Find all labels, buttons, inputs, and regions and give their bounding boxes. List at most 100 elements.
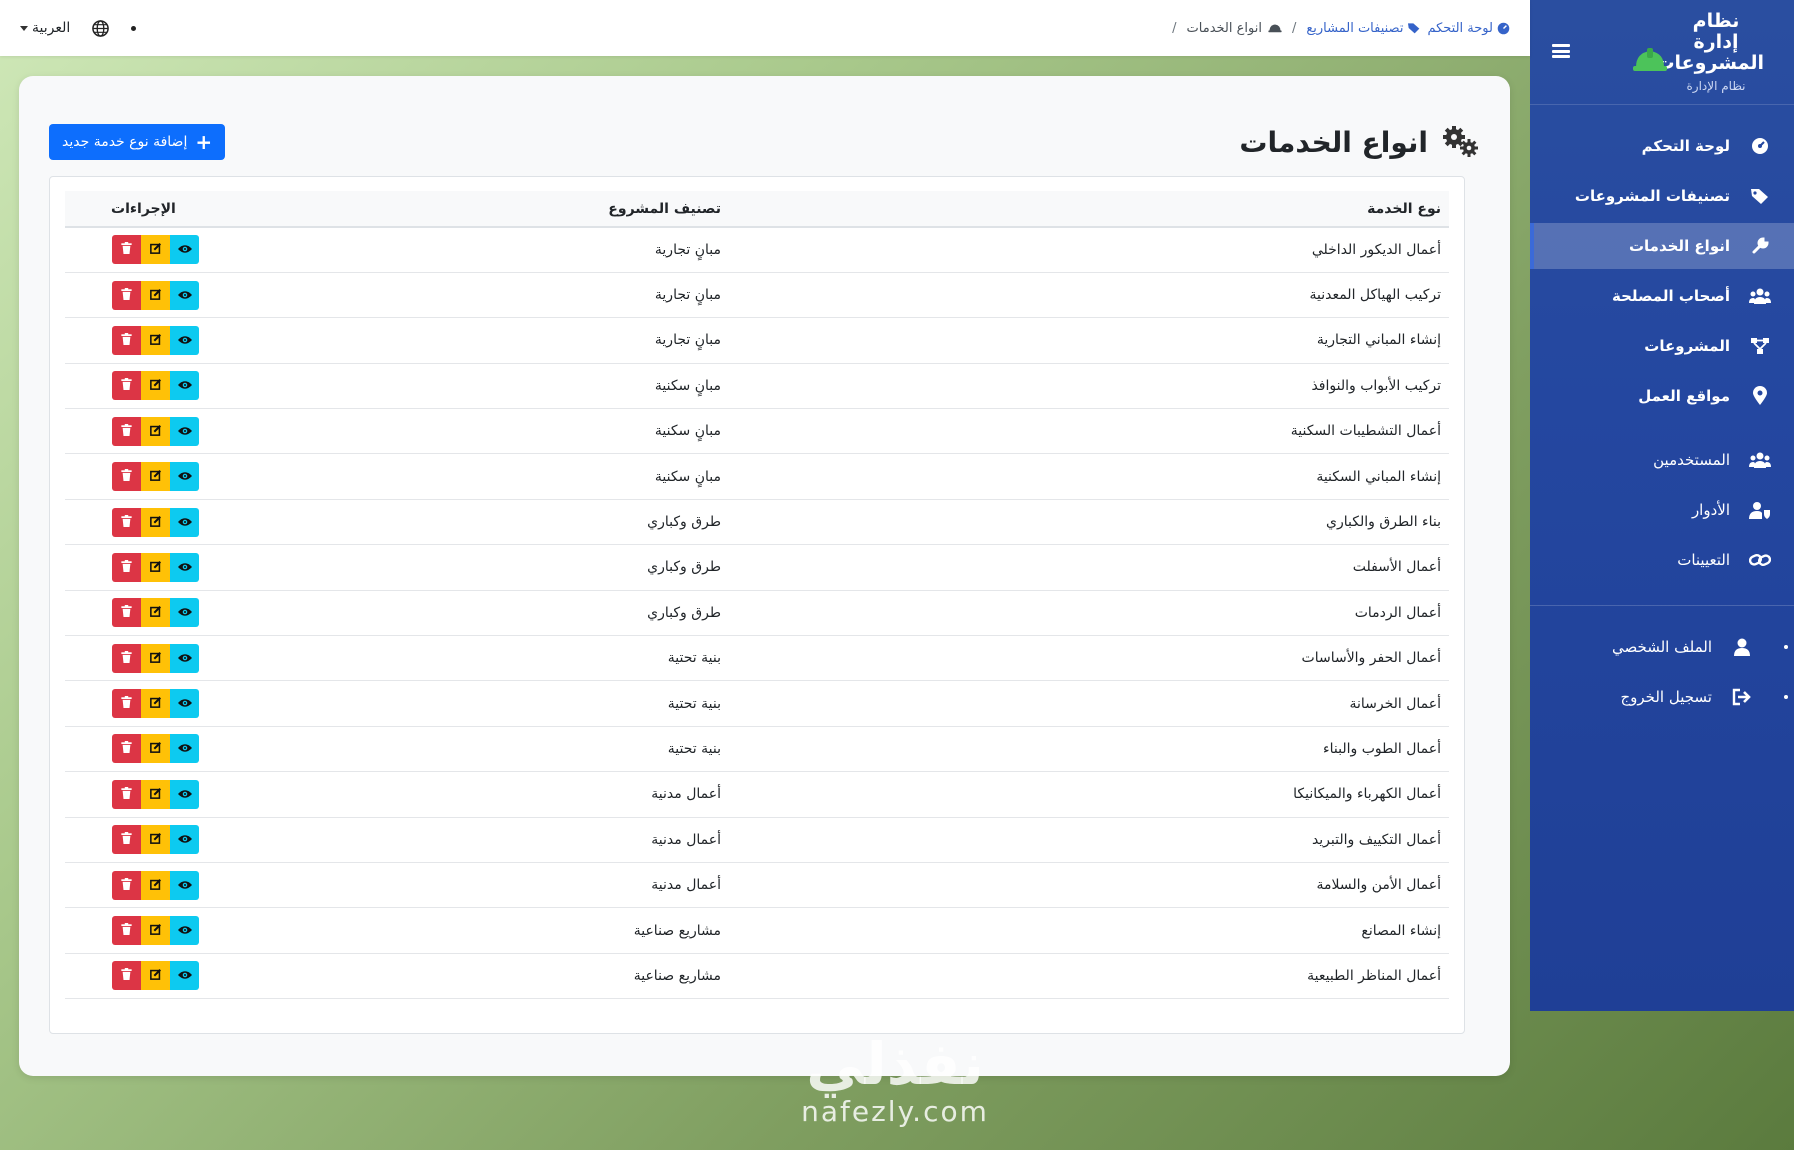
edit-button[interactable] [141, 643, 170, 673]
globe-icon[interactable] [92, 19, 110, 37]
view-button[interactable] [170, 961, 199, 991]
edit-button[interactable] [141, 235, 170, 265]
cell-project-category: بنية تحتية [249, 635, 729, 682]
edit-button[interactable] [141, 507, 170, 537]
sidebar-item-label: أصحاب المصلحة [1611, 287, 1730, 305]
delete-button[interactable] [112, 507, 141, 537]
row-actions [73, 598, 241, 628]
trash-icon [121, 696, 132, 711]
sidebar-item-projects[interactable]: المشروعات [1530, 323, 1794, 369]
cell-actions [65, 590, 249, 637]
sidebar-item-label: لوحة التحكم [1641, 137, 1730, 155]
delete-button[interactable] [112, 916, 141, 946]
delete-button[interactable] [112, 779, 141, 809]
view-button[interactable] [170, 507, 199, 537]
cell-project-category: طرق وكباري [249, 590, 729, 637]
table-row: أعمال الكهرباء والميكانيكا أعمال مدنية [65, 771, 1449, 818]
view-button[interactable] [170, 325, 199, 355]
edit-button[interactable] [141, 552, 170, 582]
sidebar-item-logout[interactable]: تسجيل الخروج [1530, 674, 1794, 720]
menu-toggle-icon[interactable] [1552, 44, 1570, 58]
delete-button[interactable] [112, 235, 141, 265]
view-button[interactable] [170, 416, 199, 446]
sidebar-item-profile[interactable]: الملف الشخصي [1530, 624, 1794, 670]
row-actions [73, 371, 241, 401]
hard-hat-icon [1633, 48, 1667, 71]
delete-button[interactable] [112, 870, 141, 900]
edit-button[interactable] [141, 280, 170, 310]
row-actions [73, 235, 241, 265]
sidebar-item-users[interactable]: المستخدمين [1530, 437, 1794, 483]
hard-hat-icon [1268, 24, 1282, 33]
dashboard-icon [1497, 22, 1510, 34]
view-button[interactable] [170, 598, 199, 628]
edit-button[interactable] [141, 325, 170, 355]
delete-button[interactable] [112, 280, 141, 310]
delete-button[interactable] [112, 825, 141, 855]
edit-button[interactable] [141, 416, 170, 446]
edit-button[interactable] [141, 689, 170, 719]
sidebar-item-project-categories[interactable]: تصنيفات المشروعات [1530, 173, 1794, 219]
add-service-type-button[interactable]: + إضافة نوع خدمة جديد [49, 124, 226, 160]
status-dot [131, 25, 137, 31]
sidebar-item-service-types[interactable]: انواع الخدمات [1530, 223, 1794, 269]
delete-button[interactable] [112, 325, 141, 355]
edit-button[interactable] [141, 961, 170, 991]
sidebar-item-label: مواقع العمل [1638, 387, 1730, 405]
view-button[interactable] [170, 280, 199, 310]
trash-icon [121, 741, 132, 756]
edit-button[interactable] [141, 598, 170, 628]
cell-service-type: أعمال التشطيبات السكنية [729, 408, 1449, 455]
delete-button[interactable] [112, 961, 141, 991]
trash-icon [121, 559, 132, 575]
table-row: أعمال الطوب والبناء بنية تحتية [65, 726, 1449, 773]
delete-button[interactable] [112, 462, 141, 492]
edit-button[interactable] [141, 779, 170, 809]
view-button[interactable] [170, 825, 199, 855]
view-button[interactable] [170, 779, 199, 809]
view-button[interactable] [170, 870, 199, 900]
view-button[interactable] [170, 689, 199, 719]
delete-button[interactable] [112, 552, 141, 582]
sidebar-item-stakeholders[interactable]: أصحاب المصلحة [1530, 273, 1794, 319]
trash-icon [121, 923, 132, 938]
sidebar-item-assignments[interactable]: التعيينات [1530, 537, 1794, 583]
sidebar-item-roles[interactable]: الأدوار [1530, 487, 1794, 533]
edit-button[interactable] [141, 916, 170, 946]
breadcrumb-project-categories[interactable]: تصنيفات المشاريع [1306, 21, 1421, 36]
breadcrumb-dashboard[interactable]: لوحة التحكم [1427, 21, 1510, 36]
view-button[interactable] [170, 916, 199, 946]
language-dropdown[interactable]: العربية [20, 20, 70, 36]
edit-button[interactable] [141, 825, 170, 855]
view-button[interactable] [170, 643, 199, 673]
view-button[interactable] [170, 235, 199, 265]
edit-icon [149, 560, 162, 575]
delete-button[interactable] [112, 598, 141, 628]
edit-button[interactable] [141, 734, 170, 764]
view-button[interactable] [170, 552, 199, 582]
sidebar-divider [1530, 605, 1794, 606]
edit-button[interactable] [141, 870, 170, 900]
delete-button[interactable] [112, 689, 141, 719]
service-types-table: نوع الخدمة تصنيف المشروع الإجراءات أعمال… [65, 191, 1449, 1000]
delete-button[interactable] [112, 734, 141, 764]
cell-actions [65, 817, 249, 863]
cell-service-type: أعمال التكييف والتبريد [729, 817, 1449, 863]
delete-button[interactable] [112, 643, 141, 673]
edit-button[interactable] [141, 462, 170, 492]
breadcrumb-label: لوحة التحكم [1427, 20, 1493, 36]
sidebar-item-work-sites[interactable]: مواقع العمل [1530, 373, 1794, 419]
view-button[interactable] [170, 734, 199, 764]
cell-service-type: أعمال المناظر الطبيعية [729, 953, 1449, 1000]
edit-icon [149, 242, 162, 257]
breadcrumb-separator: / [1291, 20, 1297, 36]
sidebar-item-dashboard[interactable]: لوحة التحكم [1530, 123, 1794, 169]
edit-button[interactable] [141, 371, 170, 401]
delete-button[interactable] [112, 416, 141, 446]
view-button[interactable] [170, 371, 199, 401]
sidebar-item-label: المشروعات [1644, 337, 1730, 355]
content-card: انواع الخدمات + إضافة نوع خدمة جديد نوع … [19, 76, 1510, 1076]
language-label: العربية [32, 20, 71, 36]
view-button[interactable] [170, 462, 199, 492]
delete-button[interactable] [112, 371, 141, 401]
